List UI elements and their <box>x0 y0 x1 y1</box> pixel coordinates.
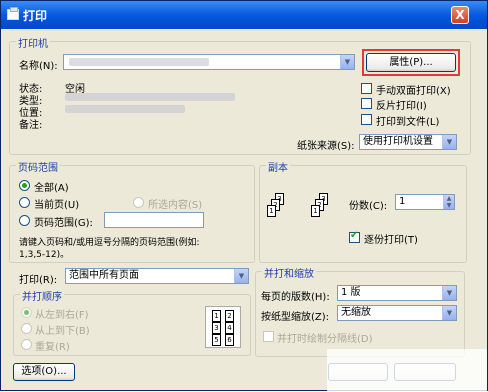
chevron-down-icon[interactable]: ▼ <box>234 269 248 283</box>
page-numbers-radio[interactable] <box>19 215 30 226</box>
draw-borders-label: 并打时绘制分隔线(D) <box>277 334 373 345</box>
paper-source-select[interactable]: 使用打印机设置 ▼ <box>359 134 457 150</box>
pages-per-sheet-label: 每页的版数(H): <box>261 292 330 303</box>
collate-checkbox[interactable] <box>349 230 360 243</box>
copies-spinner[interactable]: 1 ▲ ▼ <box>395 194 455 210</box>
pages-per-sheet-select[interactable]: 1 版 ▼ <box>337 285 457 301</box>
chevron-down-icon[interactable]: ▼ <box>340 55 354 69</box>
print-what-value: 范围中所有页面 <box>69 270 139 281</box>
pages-per-sheet-value: 1 版 <box>341 287 361 298</box>
scale-select[interactable]: 无缩放 ▼ <box>337 305 457 321</box>
options-button[interactable]: 选项(O)... <box>13 363 75 381</box>
page-range-group-label: 页码范围 <box>16 159 60 174</box>
printer-group-label: 打印机 <box>16 35 50 50</box>
reverse-print-label: 反片打印(I) <box>376 101 427 112</box>
comment-label: 备注: <box>19 120 43 131</box>
watermark-blur <box>327 349 487 392</box>
selection-label: 所选内容(S) <box>148 200 203 211</box>
print-order-group-label: 并打顺序 <box>20 288 64 303</box>
all-pages-label: 全部(A) <box>34 183 69 194</box>
draw-borders-checkbox[interactable] <box>263 331 274 342</box>
print-to-file-label: 打印到文件(L) <box>376 117 440 128</box>
zoom-group-label: 并打和缩放 <box>262 265 316 280</box>
current-page-label: 当前页(U) <box>34 200 80 211</box>
paper-source-label: 纸张来源(S): <box>297 141 355 152</box>
page-range-hint-2: 1,3,5-12)。 <box>19 250 70 260</box>
print-dialog: 打印 X 打印机 名称(N): ▼ 属性(P)... 状态: 空闲 类型: 位置… <box>0 0 488 392</box>
current-page-radio[interactable] <box>19 197 30 208</box>
manual-duplex-label: 手动双面打印(X) <box>376 86 451 97</box>
spinner-arrows-icon[interactable]: ▲ ▼ <box>443 195 454 209</box>
chevron-down-icon[interactable]: ▼ <box>442 135 456 149</box>
repeat-label: 重复(R) <box>35 342 70 353</box>
chevron-down-icon[interactable]: ▼ <box>442 306 456 320</box>
window-title: 打印 <box>23 9 48 23</box>
print-what-select[interactable]: 范围中所有页面 ▼ <box>65 268 249 284</box>
top-to-bottom-radio[interactable] <box>21 323 32 334</box>
print-to-file-checkbox[interactable] <box>361 114 372 125</box>
printer-name-label: 名称(N): <box>19 61 58 72</box>
left-to-right-radio[interactable] <box>21 307 32 318</box>
selection-radio[interactable] <box>133 197 144 208</box>
copies-label: 份数(C): <box>349 201 388 212</box>
paper-source-value: 使用打印机设置 <box>363 136 433 147</box>
print-what-label: 打印(R): <box>19 275 58 286</box>
scale-value: 无缩放 <box>341 307 371 318</box>
properties-button[interactable]: 属性(P)... <box>366 53 456 72</box>
collate-label: 逐份打印(T) <box>364 235 418 246</box>
reverse-print-checkbox[interactable] <box>361 98 372 109</box>
copies-group-label: 副本 <box>266 159 290 174</box>
printer-icon <box>7 7 19 20</box>
left-to-right-label: 从左到右(F) <box>35 310 89 321</box>
page-numbers-input[interactable] <box>104 212 204 228</box>
copies-group: 副本 <box>259 159 467 263</box>
manual-duplex-checkbox[interactable] <box>361 83 372 94</box>
repeat-radio[interactable] <box>21 339 32 350</box>
copies-value: 1 <box>399 196 406 207</box>
close-button[interactable]: X <box>451 6 469 24</box>
title-bar: 打印 X <box>1 1 487 29</box>
chevron-down-icon[interactable]: ▼ <box>442 286 456 300</box>
redacted-printer-name <box>69 58 209 66</box>
print-order-preview: 1 2 3 4 5 6 <box>205 306 241 348</box>
scale-label: 按纸型缩放(Z): <box>261 312 330 323</box>
page-numbers-label: 页码范围(G): <box>34 218 93 229</box>
redacted-location <box>65 105 185 113</box>
top-to-bottom-label: 从上到下(B) <box>35 326 90 337</box>
all-pages-radio[interactable] <box>19 180 30 191</box>
redacted-type <box>65 93 235 101</box>
